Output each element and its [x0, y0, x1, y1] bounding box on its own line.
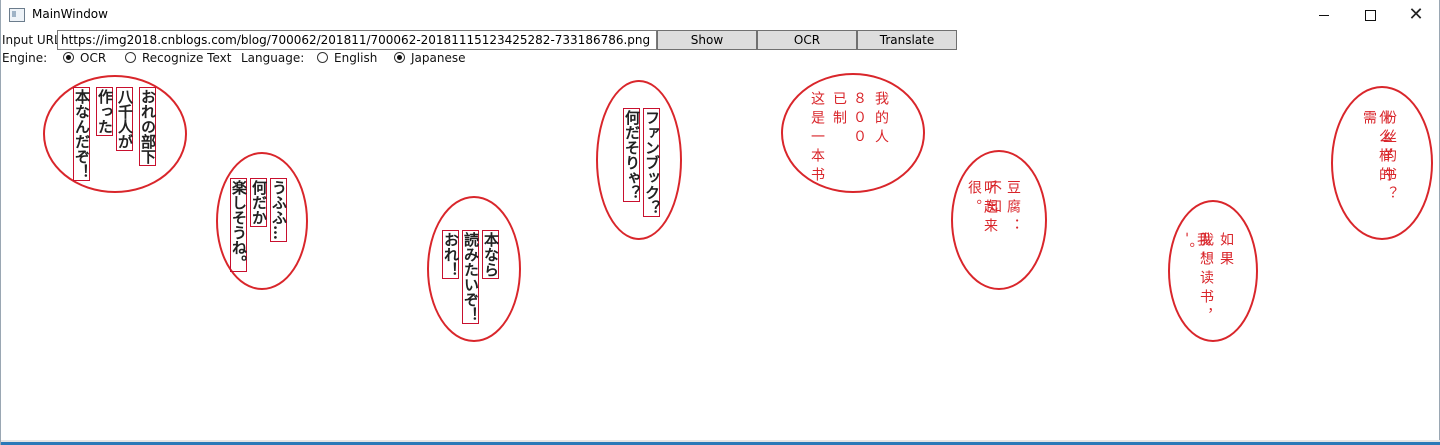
url-label: Input URL:: [2, 33, 65, 47]
title-bar[interactable]: MainWindow ✕: [1, 0, 1440, 30]
translated-bubble: 如果 我想读书， 我--。: [1168, 200, 1258, 342]
radio-unchecked-icon: [125, 52, 136, 63]
translated-text-column: 我的人: [873, 91, 889, 148]
window-title: MainWindow: [32, 7, 108, 21]
ocr-text-column: 読みたいぞ！: [462, 230, 480, 324]
ocr-text-column: 本なんだぞ！: [73, 87, 91, 181]
main-window: MainWindow ✕ Input URL: https://img2018.…: [0, 0, 1440, 445]
radio-checked-icon: [63, 52, 74, 63]
window-bottom-border: [1, 440, 1440, 445]
translated-bubble: 我的人 ８００ 已制 这是一本书: [781, 73, 925, 193]
ocr-text-column: おれ！: [442, 230, 460, 279]
maximize-icon[interactable]: [1347, 0, 1393, 30]
ocr-text-column: ファンブック？: [643, 108, 661, 217]
translated-text-column: 这是一本书: [809, 91, 825, 186]
translated-bubble: 豆腐： 不知 听起来很。: [951, 150, 1047, 290]
language-english-label: English: [334, 51, 378, 65]
ocr-text-column: 楽しそうね。: [230, 178, 248, 272]
engine-recognize-label: Recognize Text: [142, 51, 232, 65]
ocr-text-column: 本なら: [482, 230, 500, 279]
translated-text-column: 豆腐：: [1005, 180, 1021, 237]
url-input[interactable]: https://img2018.cnblogs.com/blog/700062/…: [57, 30, 657, 50]
close-icon[interactable]: ✕: [1393, 0, 1439, 30]
ocr-text-column: 何だか: [250, 178, 268, 227]
translated-text-column: 我--。: [1179, 232, 1211, 262]
translated-text-column: 已制: [831, 91, 847, 129]
ocr-text-column: 八千人が: [116, 87, 134, 151]
translated-text-column: 如果: [1218, 232, 1234, 270]
translated-text-column: ８００: [851, 91, 867, 148]
minimize-icon[interactable]: [1301, 0, 1347, 30]
language-japanese-label: Japanese: [411, 51, 466, 65]
speech-bubble: ファンブック？ 何だそりゃ？: [596, 80, 682, 240]
radio-checked-icon: [394, 52, 405, 63]
ocr-text-column: うふふ…: [270, 178, 288, 242]
speech-bubble: うふふ… 何だか 楽しそうね。: [216, 152, 308, 290]
radio-unchecked-icon: [317, 52, 328, 63]
ocr-text-column: 作った: [96, 87, 114, 136]
window-app-icon: [9, 8, 25, 22]
speech-bubble: 本なら 読みたいぞ！ おれ！: [427, 196, 521, 342]
show-button[interactable]: Show: [657, 30, 757, 50]
ocr-text-column: 何だそりゃ？: [623, 108, 641, 202]
ocr-button[interactable]: OCR: [757, 30, 857, 50]
engine-label: Engine:: [2, 51, 48, 65]
engine-ocr-label: OCR: [80, 51, 107, 65]
language-label: Language:: [241, 51, 305, 65]
translated-text-column: 听起来很。: [966, 180, 998, 237]
ocr-text-column: おれの部下: [139, 87, 157, 166]
translated-text-column: 什么样的需: [1361, 110, 1393, 186]
speech-bubble: おれの部下 八千人が 作った 本なんだぞ！: [43, 75, 187, 193]
translate-button[interactable]: Translate: [857, 30, 957, 50]
translated-bubble: 粉丝的书？ 什么样的需: [1331, 86, 1433, 240]
